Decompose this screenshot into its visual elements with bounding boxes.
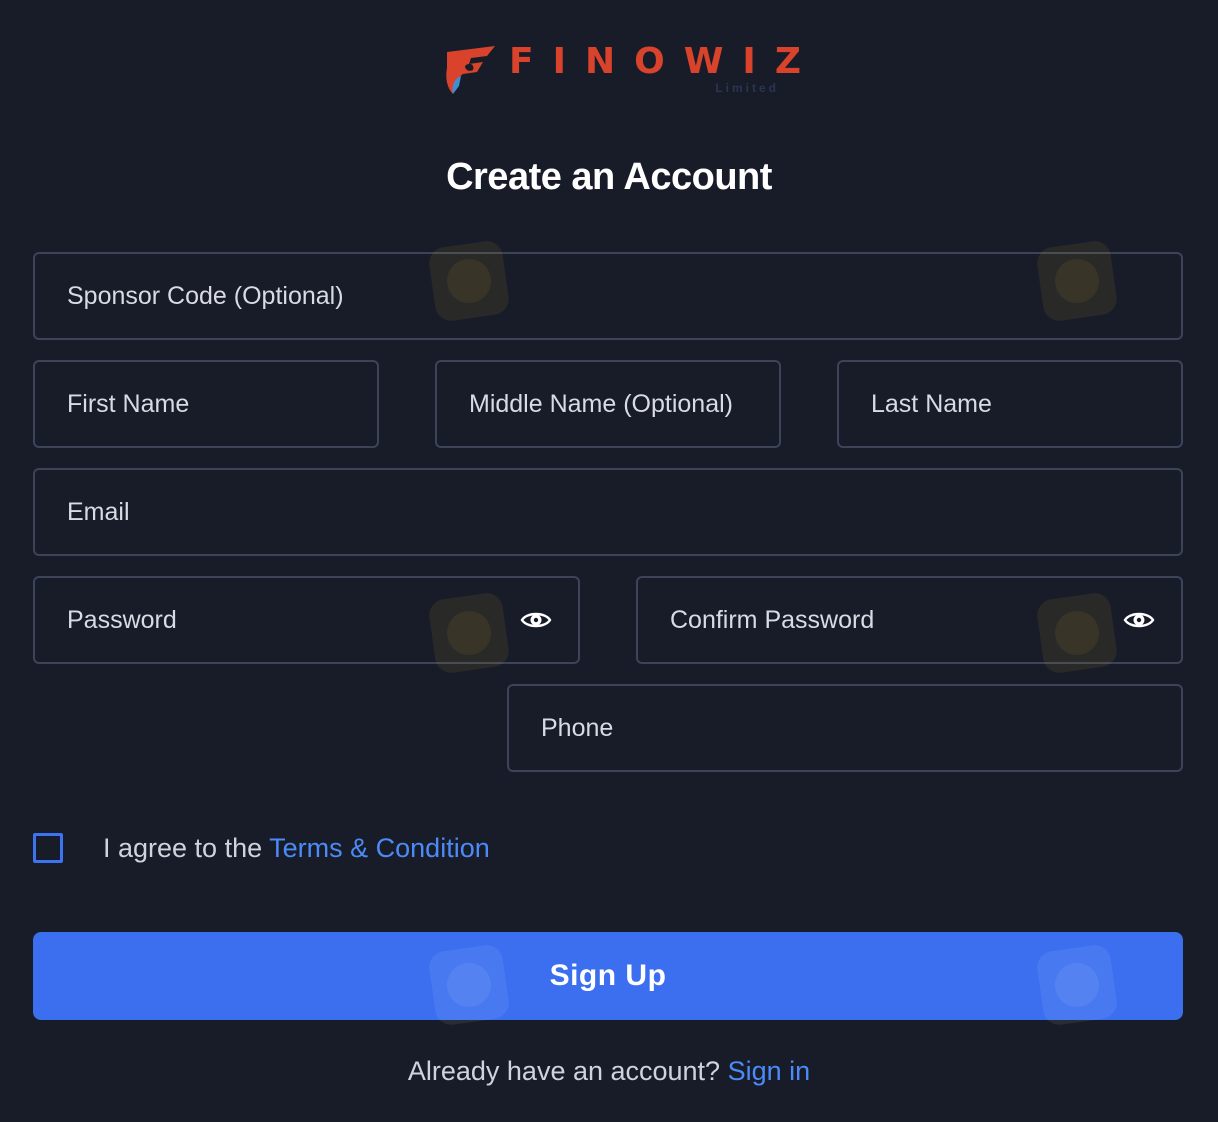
sign-up-button[interactable]: Sign Up	[33, 932, 1183, 1020]
signup-page: FINOWIZ Limited Create an Account Sponso…	[0, 0, 1218, 1122]
sign-in-link[interactable]: Sign in	[728, 1056, 811, 1086]
first-name-input[interactable]	[67, 362, 377, 446]
terms-prefix: I agree to the	[103, 832, 270, 863]
page-title: Create an Account	[446, 156, 772, 198]
signin-prompt: Already have an account? Sign in	[0, 1056, 1218, 1087]
last-name-input[interactable]	[871, 362, 1181, 446]
brand-name: FINOWIZ	[509, 41, 820, 82]
email-input[interactable]	[67, 470, 1181, 554]
brand-sub: Limited	[715, 81, 779, 95]
eye-icon[interactable]	[520, 608, 552, 632]
signin-prompt-text: Already have an account?	[407, 1056, 728, 1086]
confirm-password-field[interactable]	[636, 576, 1183, 664]
phone-field[interactable]	[507, 684, 1183, 772]
sponsor-code-input[interactable]	[67, 254, 1181, 338]
brand-logo: FINOWIZ Limited	[443, 40, 801, 100]
terms-checkbox[interactable]	[33, 833, 63, 863]
first-name-field[interactable]	[33, 360, 379, 448]
terms-agreement: I agree to the Terms & Condition	[33, 828, 490, 868]
password-field[interactable]	[33, 576, 580, 664]
eye-icon[interactable]	[1123, 608, 1155, 632]
bull-logo-icon	[446, 46, 495, 94]
password-input[interactable]	[67, 578, 578, 662]
middle-name-field[interactable]	[435, 360, 781, 448]
confirm-password-input[interactable]	[670, 578, 1181, 662]
terms-text: I agree to the Terms & Condition	[103, 833, 490, 864]
phone-input[interactable]	[541, 686, 1181, 770]
last-name-field[interactable]	[837, 360, 1183, 448]
terms-link[interactable]: Terms & Condition	[269, 833, 490, 863]
email-field[interactable]	[33, 468, 1183, 556]
middle-name-input[interactable]	[469, 362, 779, 446]
sponsor-code-field[interactable]	[33, 252, 1183, 340]
